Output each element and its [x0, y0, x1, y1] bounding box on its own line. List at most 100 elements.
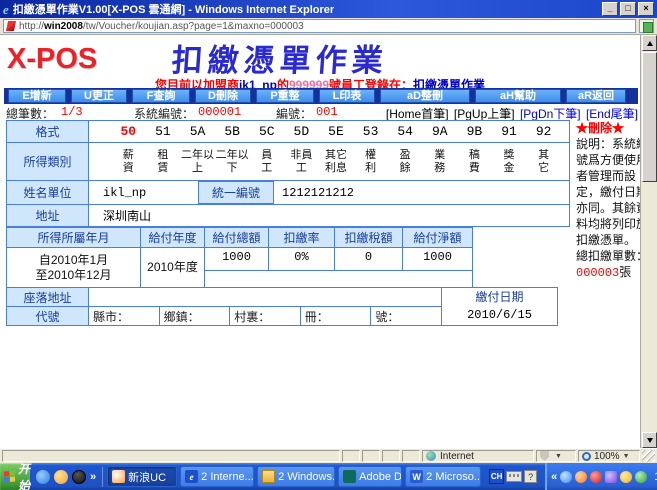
location-field[interactable]	[88, 287, 442, 307]
update-button[interactable]: U更正	[71, 89, 127, 103]
protected-mode-segment[interactable]: ▼	[536, 450, 576, 462]
category-item: 二年以下	[215, 149, 250, 175]
close-button[interactable]: ×	[638, 2, 654, 16]
address-label: 地址	[6, 204, 89, 227]
keyboard-icon[interactable]	[506, 471, 523, 482]
page-content: X-POS 扣繳憑單作業 您目前以加盟商ik1_np的999999號員工登錄在：…	[0, 35, 657, 448]
total-amount-field[interactable]: 1000	[204, 246, 269, 272]
withhold-rate-field[interactable]: 0%	[268, 246, 335, 272]
category-line2: 費	[468, 161, 480, 174]
task-windows-explorer-group[interactable]: 2 Windows... ▼	[257, 466, 336, 487]
category-item: 權利	[353, 149, 388, 175]
task-dreamweaver[interactable]: Adobe Drea...	[338, 466, 403, 487]
print-button[interactable]: L印表	[319, 89, 375, 103]
status-bar: Internet ▼ 100% ▼	[0, 448, 657, 463]
return-button[interactable]: aR返回	[566, 89, 626, 103]
status-segment	[362, 450, 380, 462]
page-title: 扣繳憑單作業	[170, 43, 390, 79]
tray-icon[interactable]	[575, 470, 588, 483]
address-field[interactable]: 深圳南山	[88, 204, 570, 227]
category-line1: 非員	[290, 148, 313, 161]
quicklaunch-overflow-chevron[interactable]: »	[90, 471, 96, 483]
format-code: 5D	[293, 124, 310, 139]
record-no-value: 001	[316, 105, 338, 119]
minimize-button[interactable]: _	[602, 2, 618, 16]
internet-zone-icon	[426, 451, 436, 461]
zoom-segment[interactable]: 100% ▼	[578, 450, 640, 462]
format-code: 5C	[258, 124, 275, 139]
vertical-scrollbar[interactable]	[640, 35, 657, 448]
language-bar: CH ?	[485, 469, 541, 484]
status-segment	[382, 450, 400, 462]
withhold-tax-field[interactable]: 0	[334, 246, 403, 272]
pay-year-field[interactable]: 2010年度	[140, 247, 205, 288]
uniform-no-field[interactable]: 1212121212	[282, 186, 354, 200]
word-icon: W	[410, 470, 424, 483]
category-line1: 稿	[468, 148, 480, 161]
task-word-group[interactable]: W 2 Microso... ▼	[405, 466, 482, 487]
taskbar: 开始 » 新浪UC e 2 Interne... ▼ 2 Windows... …	[0, 462, 657, 490]
scrollbar-thumb[interactable]	[642, 52, 657, 182]
category-item: 獎金	[492, 149, 527, 175]
language-help-button[interactable]: ?	[524, 470, 538, 483]
tray-icon[interactable]	[620, 470, 633, 483]
batch-delete-button[interactable]: aD整刪	[380, 89, 470, 103]
record-info-bar: 總筆數： 1/3 系統編號： 000001 編號： 001 [Home首筆] […	[6, 105, 638, 121]
nav-pgdn-next[interactable]: [PgDn下筆]	[520, 107, 581, 121]
tray-icon[interactable]	[635, 470, 648, 483]
category-line2: 賃	[157, 161, 169, 174]
dropdown-icon: ▼	[622, 452, 630, 460]
input-language-button[interactable]: CH	[489, 469, 505, 484]
query-button[interactable]: F查詢	[132, 89, 190, 103]
scroll-down-arrow[interactable]	[642, 432, 657, 448]
tray-collapse-chevron[interactable]: «	[551, 471, 557, 483]
uc-quicklaunch-icon[interactable]	[36, 469, 51, 484]
qq-quicklaunch-icon[interactable]	[72, 469, 87, 484]
nav-home-first[interactable]: [Home首筆]	[386, 107, 449, 121]
add-button[interactable]: E增新	[8, 89, 66, 103]
help-button[interactable]: aH幫助	[475, 89, 561, 103]
task-label: 2 Windows...	[278, 470, 336, 483]
system-no-value: 000001	[198, 105, 242, 119]
tray-icon[interactable]	[590, 470, 603, 483]
amount-subrow-empty	[204, 270, 473, 288]
nav-end-last[interactable]: [End尾筆]	[586, 107, 638, 121]
number-field[interactable]: 號：	[370, 306, 442, 326]
nav-pgup-prev[interactable]: [PgUp上筆]	[454, 107, 515, 121]
net-amount-field[interactable]: 1000	[402, 246, 473, 272]
refresh-button[interactable]: P重整	[256, 89, 314, 103]
category-line2: 利息	[324, 161, 347, 174]
resize-grip[interactable]	[642, 450, 655, 462]
smiley-quicklaunch-icon[interactable]	[54, 469, 69, 484]
village-field[interactable]: 村裏：	[229, 306, 301, 326]
book-field[interactable]: 冊：	[299, 306, 372, 326]
category-line2: 上	[192, 161, 204, 174]
dropdown-icon: ▼	[555, 452, 562, 460]
delete-button[interactable]: D刪除	[195, 89, 251, 103]
township-field[interactable]: 鄉鎮：	[158, 306, 231, 326]
scroll-up-arrow[interactable]	[642, 35, 657, 51]
screen: e 扣繳憑單作業V1.00[X-POS 雲通網] - Windows Inter…	[0, 0, 657, 490]
format-code-selected: 50	[120, 124, 137, 139]
category-item: 其它	[526, 149, 561, 175]
status-message-segment	[2, 450, 340, 462]
main-form-table: 格式 50 51 5A 5B 5C 5D 5E 53 54 9A 9B 91 9…	[6, 120, 570, 227]
task-label: Adobe Drea...	[359, 470, 402, 483]
address-input[interactable]: http://win2008/tw/Voucher/koujian.asp?pa…	[3, 19, 636, 33]
category-line2: 餘	[399, 161, 411, 174]
start-button[interactable]: 开始	[0, 462, 31, 490]
name-unit-field[interactable]: ikl_np	[103, 186, 198, 200]
tray-icon[interactable]	[560, 470, 573, 483]
maximize-button[interactable]: □	[620, 2, 636, 16]
format-code: 92	[535, 124, 552, 139]
task-internet-explorer-group[interactable]: e 2 Interne... ▼	[180, 466, 255, 487]
page-icon[interactable]	[639, 19, 654, 33]
income-category-label: 所得類別	[6, 142, 89, 181]
period-from: 自2010年1月	[38, 252, 109, 267]
tray-icon[interactable]	[605, 470, 618, 483]
category-item: 其它 利息	[319, 149, 354, 175]
category-line2: 下	[226, 161, 238, 174]
task-sina-uc[interactable]: 新浪UC	[107, 466, 178, 487]
county-field[interactable]: 縣市：	[88, 306, 160, 326]
period-field[interactable]: 自2010年1月 至2010年12月	[6, 247, 141, 288]
